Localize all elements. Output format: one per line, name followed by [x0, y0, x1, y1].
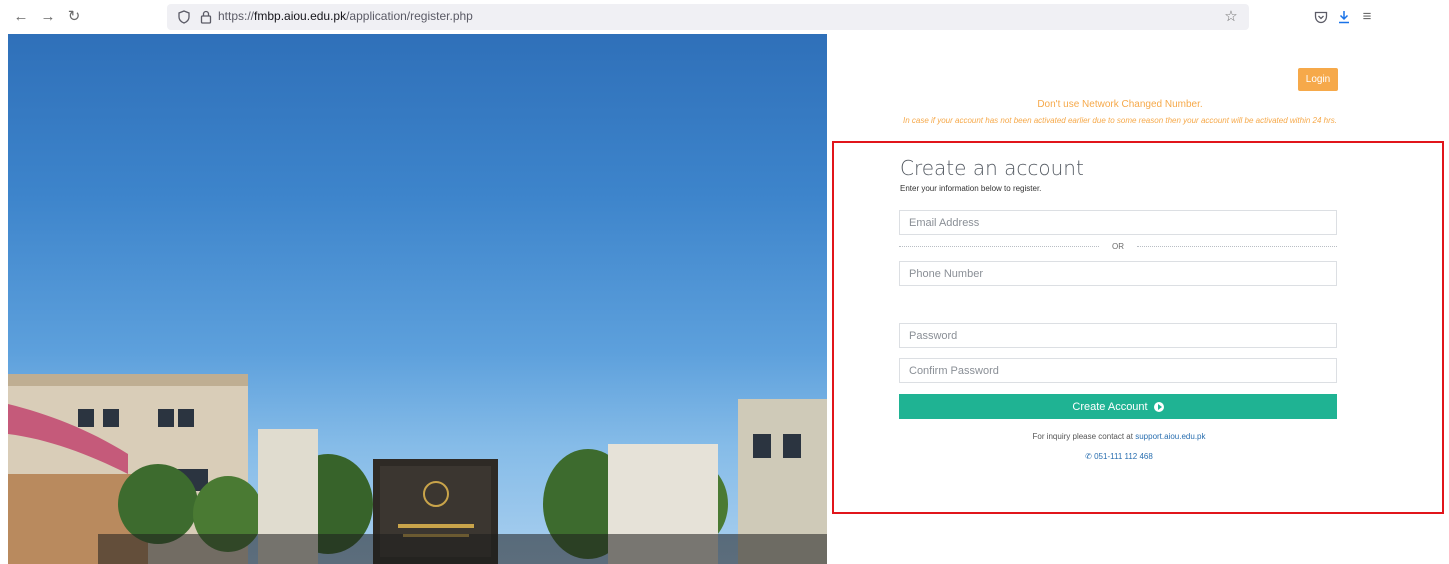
shield-icon[interactable]: [176, 9, 192, 25]
create-account-label: Create Account: [1072, 400, 1148, 413]
create-account-button[interactable]: Create Account: [899, 394, 1337, 419]
url-text: https://fmbp.aiou.edu.pk/application/reg…: [218, 9, 473, 23]
lock-icon[interactable]: [198, 9, 214, 25]
divider-line: [1137, 245, 1337, 247]
password-field[interactable]: [899, 323, 1337, 348]
phone-number: 051-111 112 468: [1094, 452, 1153, 461]
phone-field[interactable]: [899, 261, 1337, 286]
browser-toolbar: ← → ↻ https://fmbp.aiou.edu.pk/applicati…: [0, 0, 1449, 34]
confirm-password-field[interactable]: [899, 358, 1337, 383]
download-icon[interactable]: [1336, 9, 1352, 25]
network-notice: Don't use Network Changed Number.: [1037, 99, 1203, 110]
phone-contact[interactable]: ✆ 051-111 112 468: [900, 452, 1338, 461]
pocket-icon[interactable]: [1313, 9, 1329, 25]
campus-image: [8, 34, 827, 564]
or-label: OR: [1112, 241, 1124, 251]
page-title: Create an account: [900, 156, 1084, 180]
forward-icon[interactable]: →: [40, 9, 56, 25]
inquiry-label: For inquiry please contact at: [1032, 432, 1133, 441]
divider-line: [899, 245, 1099, 247]
back-icon[interactable]: ←: [13, 9, 29, 25]
arrow-circle-icon: [1153, 401, 1164, 412]
email-field[interactable]: [899, 210, 1337, 235]
page-subtitle: Enter your information below to register…: [900, 184, 1042, 193]
url-path: /application/register.php: [346, 9, 473, 23]
url-prefix: https://: [218, 9, 255, 23]
reload-icon[interactable]: ↻: [66, 9, 82, 25]
menu-icon[interactable]: ≡: [1359, 9, 1375, 25]
login-button[interactable]: Login: [1298, 68, 1338, 91]
url-host: fmbp.aiou.edu.pk: [254, 9, 347, 23]
inquiry-text: For inquiry please contact at support.ai…: [900, 432, 1338, 441]
phone-icon: ✆: [1085, 452, 1092, 461]
or-divider: OR: [899, 241, 1337, 251]
activation-notice: In case if your account has not been act…: [902, 116, 1338, 125]
star-icon[interactable]: ☆: [1223, 9, 1239, 25]
support-link[interactable]: support.aiou.edu.pk: [1135, 432, 1205, 441]
